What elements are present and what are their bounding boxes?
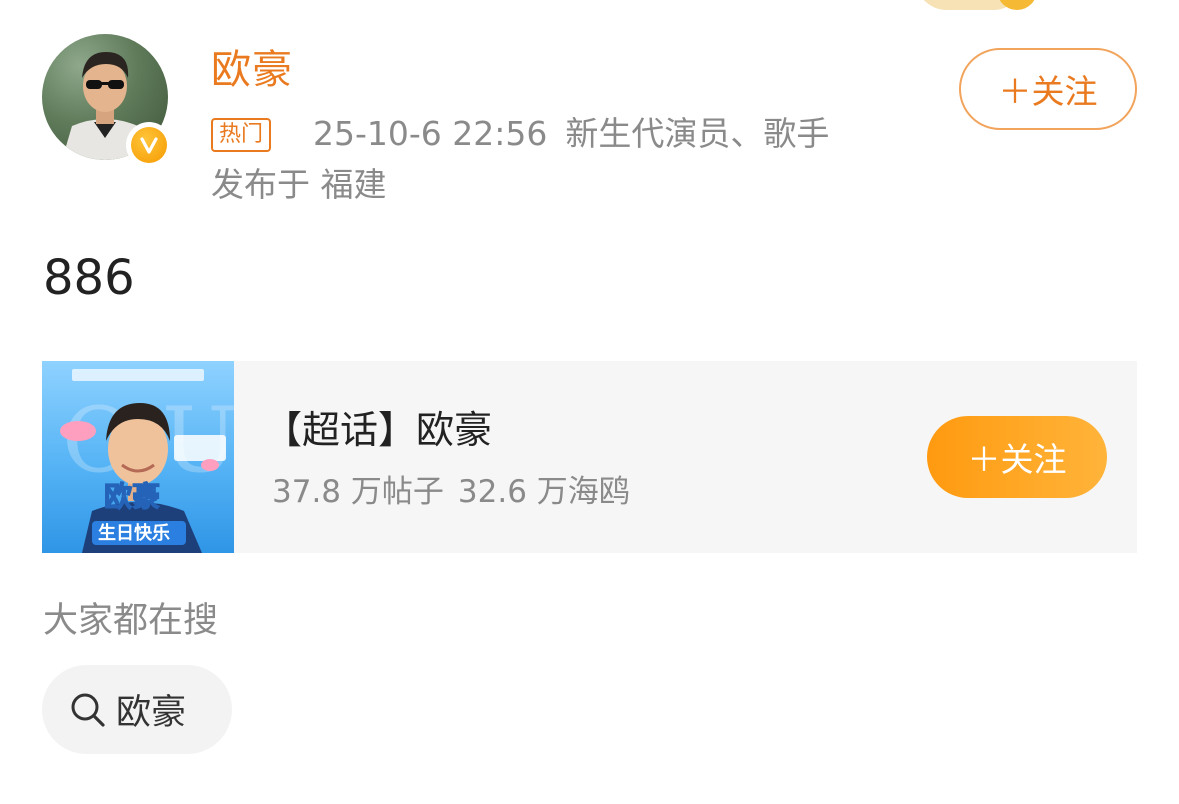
super-topic-card[interactable]: O U 欧豪 生日快乐 【超话】欧豪 37.8 万帖子 32.6 万海鸥 — [42, 361, 1137, 553]
post-text: 886 — [43, 250, 135, 306]
super-topic-members-count: 32.6 万海鸥 — [457, 474, 630, 510]
cover-name-text: 欧豪 — [104, 480, 160, 513]
trending-search-label: 大家都在搜 — [43, 601, 219, 641]
username[interactable]: 欧豪 — [211, 44, 293, 96]
follow-button[interactable]: ＋关注 — [959, 48, 1137, 130]
post-timestamp: 25-10-6 22:56 — [313, 114, 548, 153]
cover-birthday-text: 生日快乐 — [98, 522, 170, 544]
top-decoration — [905, 0, 1075, 14]
weibo-post-page: 欧豪 热门 25-10-6 22:56 新生代演员、歌手 发布于 福建 ＋关注 8… — [0, 0, 1179, 804]
hot-tag: 热门 — [211, 118, 272, 152]
super-topic-posts-count: 37.8 万帖子 — [272, 474, 444, 510]
post-location: 发布于 福建 — [211, 165, 387, 204]
user-bio: 新生代演员、歌手 — [565, 114, 830, 153]
trending-search-chip-label: 欧豪 — [116, 693, 187, 733]
super-topic-title: 【超话】欧豪 — [264, 408, 493, 452]
search-icon — [71, 693, 105, 727]
trending-search-chip[interactable]: 欧豪 — [42, 665, 232, 754]
super-topic-cover-image: O U 欧豪 生日快乐 — [42, 361, 234, 553]
super-topic-follow-button[interactable]: ＋关注 — [927, 416, 1107, 498]
super-topic-stats: 37.8 万帖子 32.6 万海鸥 — [272, 471, 644, 513]
verified-badge-icon — [126, 122, 172, 168]
post-meta: 25-10-6 22:56 新生代演员、歌手 — [313, 112, 847, 156]
